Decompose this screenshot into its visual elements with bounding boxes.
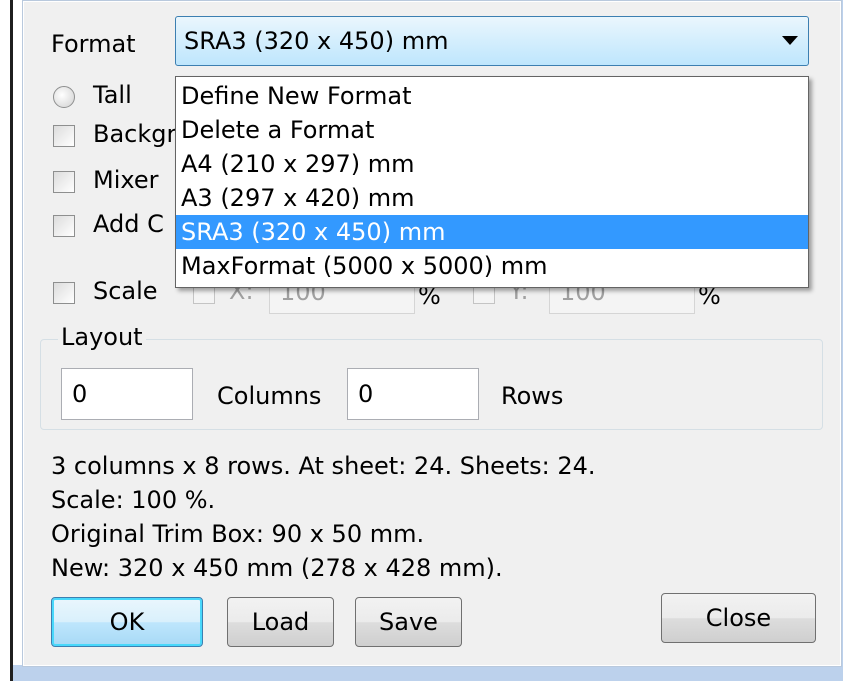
save-button[interactable]: Save xyxy=(355,597,462,647)
close-button[interactable]: Close xyxy=(661,593,816,643)
format-option-a3[interactable]: A3 (297 x 420) mm xyxy=(176,181,808,215)
window-left-edge xyxy=(0,0,13,681)
mixer-checkbox[interactable] xyxy=(53,171,75,193)
format-option-delete[interactable]: Delete a Format xyxy=(176,113,808,147)
format-option-maxformat[interactable]: MaxFormat (5000 x 5000) mm xyxy=(176,249,808,283)
layout-group-title: Layout xyxy=(58,323,146,351)
format-option-define-new[interactable]: Define New Format xyxy=(176,79,808,113)
add-checkbox[interactable] xyxy=(53,215,75,237)
scale-label: Scale xyxy=(93,277,158,305)
format-combobox[interactable]: SRA3 (320 x 450) mm xyxy=(175,16,809,66)
info-new-size: New: 320 x 450 mm (278 x 428 mm). xyxy=(51,554,503,582)
rows-label: Rows xyxy=(501,382,564,410)
format-option-sra3[interactable]: SRA3 (320 x 450) mm xyxy=(176,215,808,249)
rows-input[interactable]: 0 xyxy=(347,368,479,420)
format-selected-value: SRA3 (320 x 450) mm xyxy=(184,27,449,55)
mixer-label: Mixer xyxy=(93,166,159,194)
tall-label: Tall xyxy=(93,81,132,109)
info-summary: 3 columns x 8 rows. At sheet: 24. Sheets… xyxy=(51,452,596,480)
format-option-a4[interactable]: A4 (210 x 297) mm xyxy=(176,147,808,181)
background-label: Backgr xyxy=(93,120,177,148)
tall-radio[interactable] xyxy=(53,86,75,108)
load-button[interactable]: Load xyxy=(227,597,334,647)
add-label: Add C xyxy=(93,210,164,238)
format-label: Format xyxy=(51,30,136,58)
chevron-down-icon[interactable] xyxy=(782,36,798,45)
format-dropdown-list: Define New Format Delete a Format A4 (21… xyxy=(175,76,809,288)
scale-checkbox[interactable] xyxy=(53,282,75,304)
background-checkbox[interactable] xyxy=(53,125,75,147)
info-scale: Scale: 100 %. xyxy=(51,486,216,514)
info-trim-box: Original Trim Box: 90 x 50 mm. xyxy=(51,520,425,548)
columns-input[interactable]: 0 xyxy=(61,368,193,420)
window-bottom-frame xyxy=(13,665,843,681)
columns-label: Columns xyxy=(217,382,322,410)
ok-button[interactable]: OK xyxy=(51,597,203,647)
